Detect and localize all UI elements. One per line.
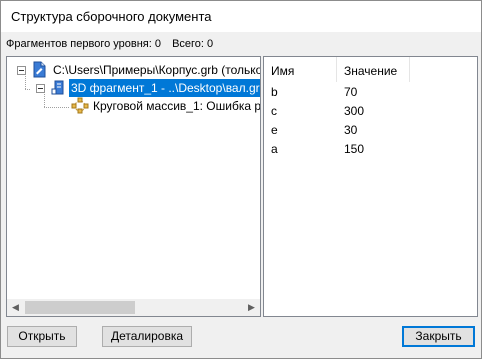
cell-name: b bbox=[271, 85, 278, 99]
table-header: Имя Значение bbox=[264, 57, 477, 82]
column-header-value[interactable]: Значение bbox=[337, 57, 410, 82]
cell-name: a bbox=[271, 142, 278, 156]
scrollbar-thumb[interactable] bbox=[25, 301, 135, 314]
detail-button[interactable]: Деталировка bbox=[102, 326, 192, 347]
stats-line: Фрагментов первого уровня: 0 Всего: 0 bbox=[6, 38, 213, 50]
structure-dialog: Структура сборочного документа Фрагменто… bbox=[0, 0, 482, 359]
collapse-toggle-icon[interactable] bbox=[17, 66, 26, 75]
fragment-3d-icon bbox=[51, 79, 67, 95]
scroll-right-icon[interactable]: ▶ bbox=[243, 299, 260, 316]
cell-value: 300 bbox=[344, 104, 365, 118]
column-header-name[interactable]: Имя bbox=[264, 57, 337, 82]
tree-node-fragment[interactable]: 3D фрагмент_1 - ..\Desktop\вал.grb bbox=[7, 79, 260, 97]
tree-node-label[interactable]: Круговой массив_1: Ошибка расчёта bbox=[91, 97, 260, 115]
total-count: Всего: 0 bbox=[172, 38, 214, 50]
cell-value: 150 bbox=[344, 142, 365, 156]
properties-table[interactable]: Имя Значение b 70 c 300 e 30 a 150 bbox=[263, 56, 478, 317]
cell-name: c bbox=[271, 104, 277, 118]
tree-node-label[interactable]: C:\Users\Примеры\Корпус.grb (только чтен… bbox=[51, 61, 260, 79]
table-row[interactable]: e 30 bbox=[264, 121, 477, 140]
open-button[interactable]: Открыть bbox=[7, 326, 77, 347]
cell-value: 70 bbox=[344, 85, 358, 99]
cell-name: e bbox=[271, 123, 278, 137]
circular-array-icon bbox=[71, 97, 89, 114]
dialog-title: Структура сборочного документа bbox=[11, 9, 212, 24]
table-row[interactable]: c 300 bbox=[264, 102, 477, 121]
collapse-toggle-icon[interactable] bbox=[36, 84, 45, 93]
cell-value: 30 bbox=[344, 123, 358, 137]
close-button[interactable]: Закрыть bbox=[402, 326, 475, 347]
tree-content: C:\Users\Примеры\Корпус.grb (только чтен… bbox=[7, 57, 260, 299]
tree-node-array[interactable]: Круговой массив_1: Ошибка расчёта bbox=[7, 97, 260, 115]
scroll-left-icon[interactable]: ◀ bbox=[7, 299, 24, 316]
structure-tree[interactable]: C:\Users\Примеры\Корпус.grb (только чтен… bbox=[6, 56, 261, 317]
first-level-count: Фрагментов первого уровня: 0 bbox=[6, 38, 161, 50]
tree-node-root[interactable]: C:\Users\Примеры\Корпус.grb (только чтен… bbox=[7, 61, 260, 79]
title-bar: Структура сборочного документа bbox=[1, 1, 481, 32]
document-icon bbox=[31, 61, 47, 78]
table-row[interactable]: b 70 bbox=[264, 83, 477, 102]
horizontal-scrollbar[interactable]: ◀ ▶ bbox=[7, 299, 260, 316]
tree-node-label[interactable]: 3D фрагмент_1 - ..\Desktop\вал.grb bbox=[69, 79, 260, 97]
table-row[interactable]: a 150 bbox=[264, 140, 477, 159]
